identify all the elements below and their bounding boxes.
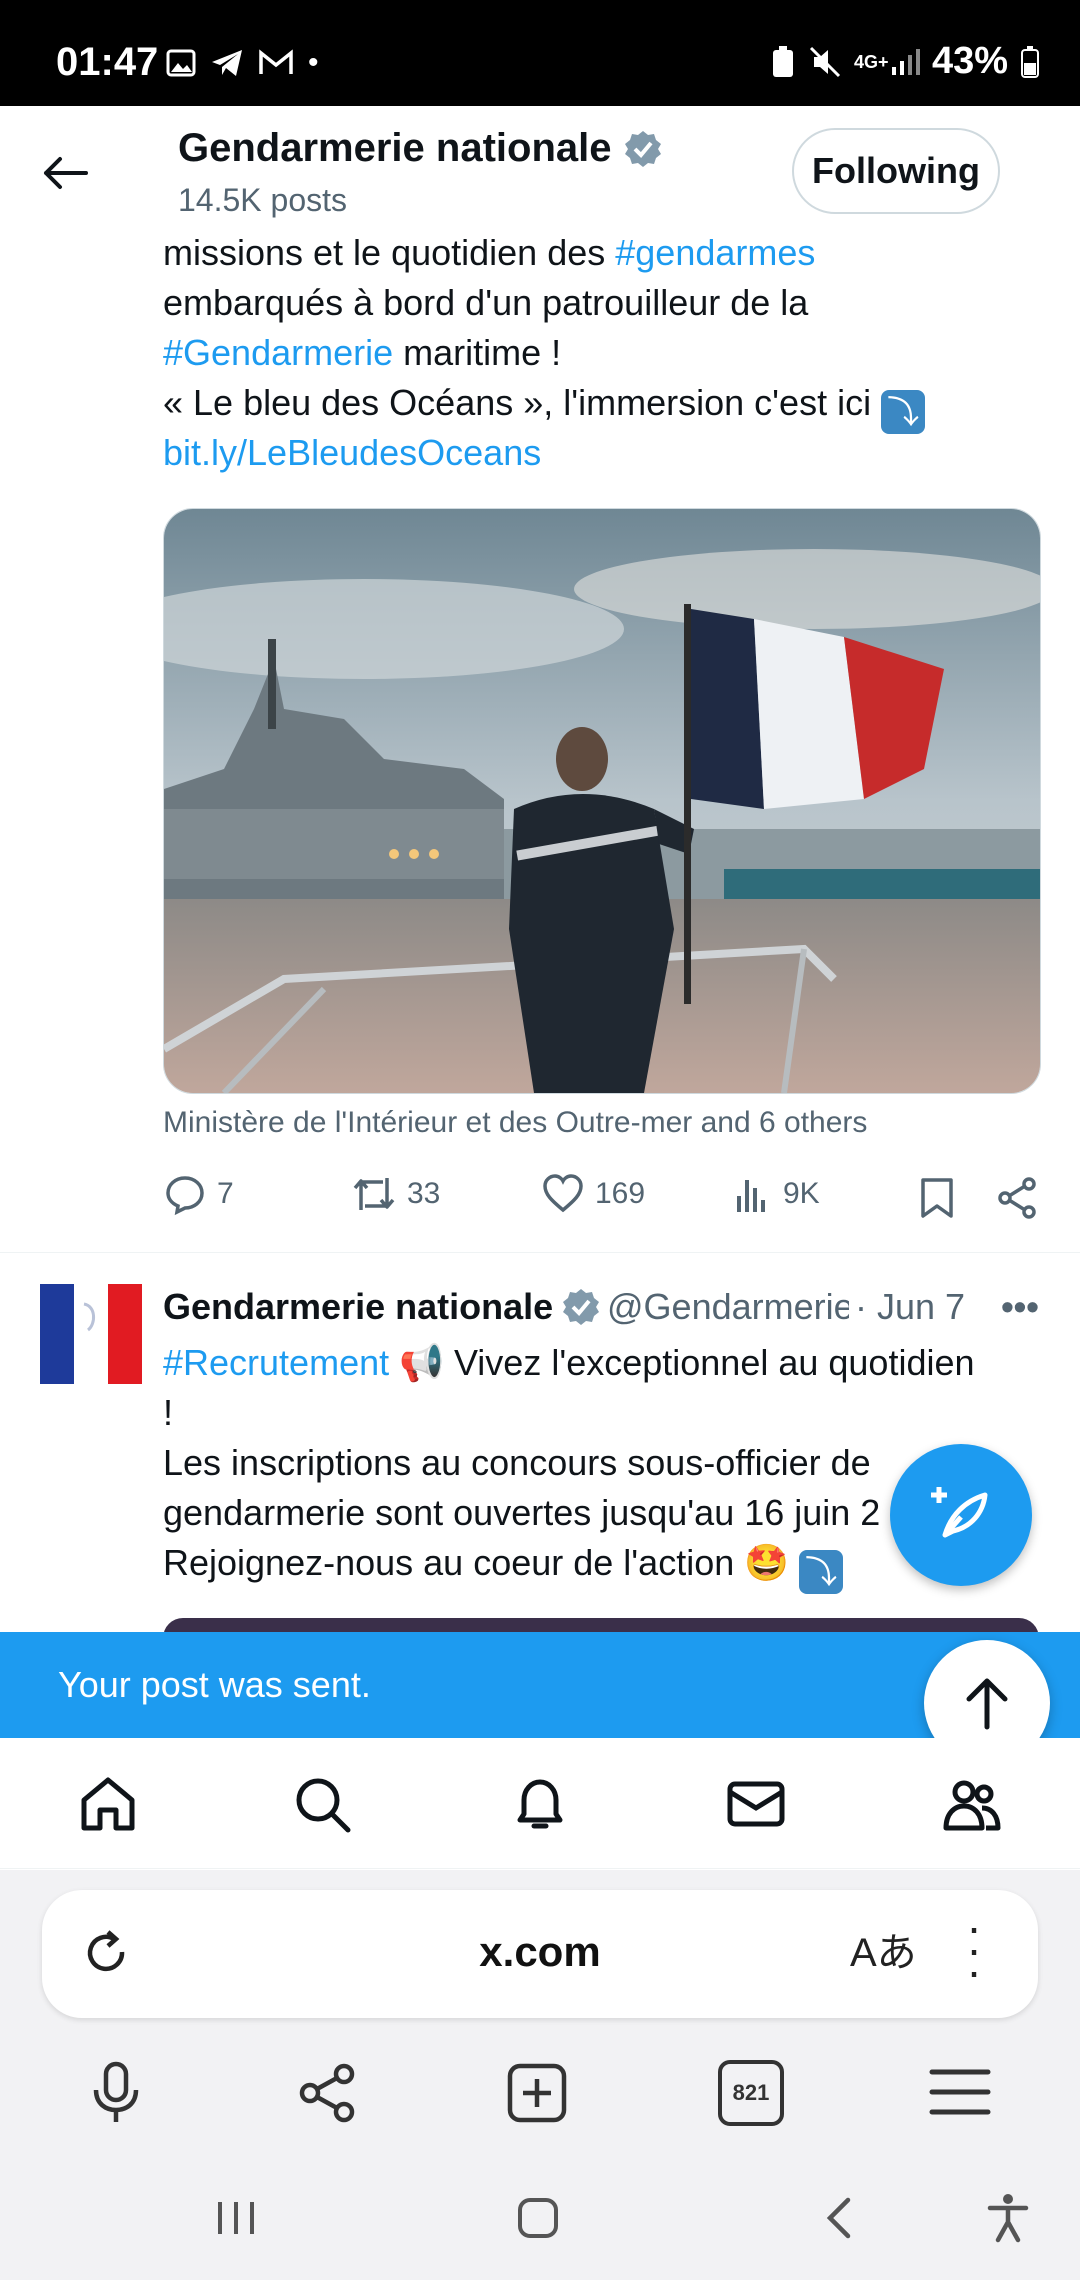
hashtag-link[interactable]: #Recrutement bbox=[163, 1342, 389, 1383]
battery-saver-icon bbox=[772, 45, 793, 77]
bottom-navigation bbox=[0, 1738, 1080, 1869]
status-bar: 01:47 • 4G+ 43% bbox=[0, 0, 1080, 106]
star-struck-emoji-icon: 🤩 bbox=[744, 1542, 790, 1583]
author-handle[interactable]: @Gendarmerie bbox=[607, 1286, 849, 1328]
signal-icon bbox=[891, 48, 920, 75]
avatar[interactable] bbox=[40, 1284, 142, 1384]
tweet-text-line: ! bbox=[163, 1392, 174, 1433]
accessibility-icon[interactable] bbox=[986, 2192, 1030, 2244]
telegram-icon bbox=[212, 50, 242, 76]
tweet-text-line: « Le bleu des Océans », l'immersion c'es… bbox=[163, 378, 926, 434]
tweet-text-line: #Recrutement 📢 Vivez l'exceptionnel au q… bbox=[163, 1342, 975, 1383]
toast-message: Your post was sent. bbox=[58, 1664, 371, 1705]
tweet-text-line: gendarmerie sont ouvertes jusqu'au 16 ju… bbox=[163, 1492, 881, 1533]
tweet-text-line: #Gendarmerie maritime ! bbox=[163, 332, 562, 373]
views-count: 9K bbox=[783, 1177, 820, 1210]
tweet-text-line: bit.ly/LeBleudesOceans bbox=[163, 428, 541, 478]
hamburger-menu-icon[interactable] bbox=[928, 2066, 992, 2118]
repost-count: 33 bbox=[407, 1177, 441, 1210]
gmail-icon bbox=[259, 49, 293, 74]
back-nav-icon[interactable] bbox=[822, 2196, 856, 2240]
reply-button[interactable]: 7 bbox=[163, 1172, 234, 1216]
url-link[interactable]: bit.ly/LeBleudesOceans bbox=[163, 432, 541, 473]
share-icon[interactable] bbox=[995, 1176, 1039, 1220]
profile-header: Gendarmerie nationale 14.5K posts Follow… bbox=[0, 106, 1080, 226]
author-name[interactable]: Gendarmerie nationale bbox=[163, 1286, 555, 1328]
compose-feather-icon bbox=[931, 1487, 988, 1538]
tweet-header: Gendarmerie nationale @Gendarmerie · Jun… bbox=[163, 1286, 1039, 1328]
heart-icon bbox=[543, 1174, 583, 1213]
translate-icon[interactable]: Aあ bbox=[850, 1920, 917, 1978]
more-menu-icon[interactable]: · · · bbox=[964, 1904, 984, 1994]
bookmark-icon[interactable] bbox=[919, 1176, 955, 1220]
like-count: 169 bbox=[595, 1177, 646, 1210]
like-button[interactable]: 169 bbox=[541, 1172, 645, 1216]
share-icon[interactable] bbox=[296, 2062, 358, 2124]
communities-icon[interactable] bbox=[942, 1774, 1002, 1834]
profile-name: Gendarmerie nationale bbox=[178, 126, 612, 170]
tweet-text-line: Rejoignez-nous au coeur de l'action 🤩 ⤵ bbox=[163, 1538, 844, 1594]
recent-apps-icon[interactable] bbox=[214, 2198, 258, 2238]
tweet-divider bbox=[0, 1252, 1080, 1253]
gallery-icon bbox=[166, 49, 196, 77]
notifications-bell-icon[interactable] bbox=[510, 1774, 570, 1834]
back-arrow-icon[interactable] bbox=[40, 148, 90, 198]
tweet-media-image[interactable] bbox=[163, 508, 1041, 1094]
tweet-text-line: missions et le quotidien des #gendarmes bbox=[163, 232, 816, 273]
arrow-down-emoji-icon: ⤵ bbox=[799, 1550, 844, 1594]
mute-icon bbox=[809, 46, 840, 77]
posts-count: 14.5K posts bbox=[178, 182, 347, 218]
verified-badge-icon bbox=[625, 130, 662, 167]
new-tab-icon[interactable] bbox=[506, 2062, 568, 2124]
tabs-count: 821 bbox=[732, 2080, 770, 2105]
search-icon[interactable] bbox=[292, 1774, 352, 1834]
repost-button[interactable]: 33 bbox=[351, 1172, 440, 1216]
more-options-icon[interactable]: ••• bbox=[1001, 1286, 1039, 1328]
reply-count: 7 bbox=[217, 1177, 234, 1210]
home-button-icon[interactable] bbox=[516, 2196, 560, 2240]
repost-icon bbox=[353, 1178, 395, 1210]
views-button[interactable]: 9K bbox=[733, 1172, 820, 1216]
sailor-flag-photo bbox=[164, 509, 1040, 1093]
messages-envelope-icon[interactable] bbox=[726, 1774, 786, 1834]
compose-button[interactable] bbox=[890, 1444, 1032, 1586]
arrow-down-emoji-icon: ⤵ bbox=[881, 390, 926, 434]
arrow-up-icon bbox=[966, 1678, 1008, 1730]
verified-badge-icon bbox=[563, 1289, 599, 1325]
hashtag-link[interactable]: #Gendarmerie bbox=[163, 332, 393, 373]
tweet-actions: 7 33 169 9K bbox=[163, 1172, 1043, 1228]
tabs-count-button[interactable]: 821 bbox=[718, 2060, 784, 2126]
microphone-icon[interactable] bbox=[88, 2060, 144, 2126]
status-time: 01:47 bbox=[56, 40, 159, 84]
address-bar[interactable]: x.com Aあ · · · bbox=[42, 1890, 1038, 2018]
tweet-text-line: embarqués à bord d'un patrouilleur de la bbox=[163, 282, 809, 323]
network-type: 4G+ bbox=[853, 51, 889, 72]
views-icon bbox=[737, 1180, 765, 1212]
dot-icon: • bbox=[308, 46, 319, 79]
following-button[interactable]: Following bbox=[792, 128, 1000, 214]
home-icon[interactable] bbox=[78, 1774, 138, 1834]
tweet-text-line: Les inscriptions au concours sous-offici… bbox=[163, 1442, 871, 1483]
battery-icon bbox=[1021, 45, 1039, 78]
reply-icon bbox=[166, 1176, 204, 1216]
hashtag-link[interactable]: #gendarmes bbox=[615, 232, 815, 273]
battery-percent: 43% bbox=[931, 40, 1008, 82]
toast-notification: Your post was sent. bbox=[0, 1632, 1080, 1738]
tweet-date[interactable]: · Jun 7 bbox=[855, 1286, 965, 1328]
media-tagged-users[interactable]: Ministère de l'Intérieur et des Outre-me… bbox=[163, 1106, 867, 1140]
